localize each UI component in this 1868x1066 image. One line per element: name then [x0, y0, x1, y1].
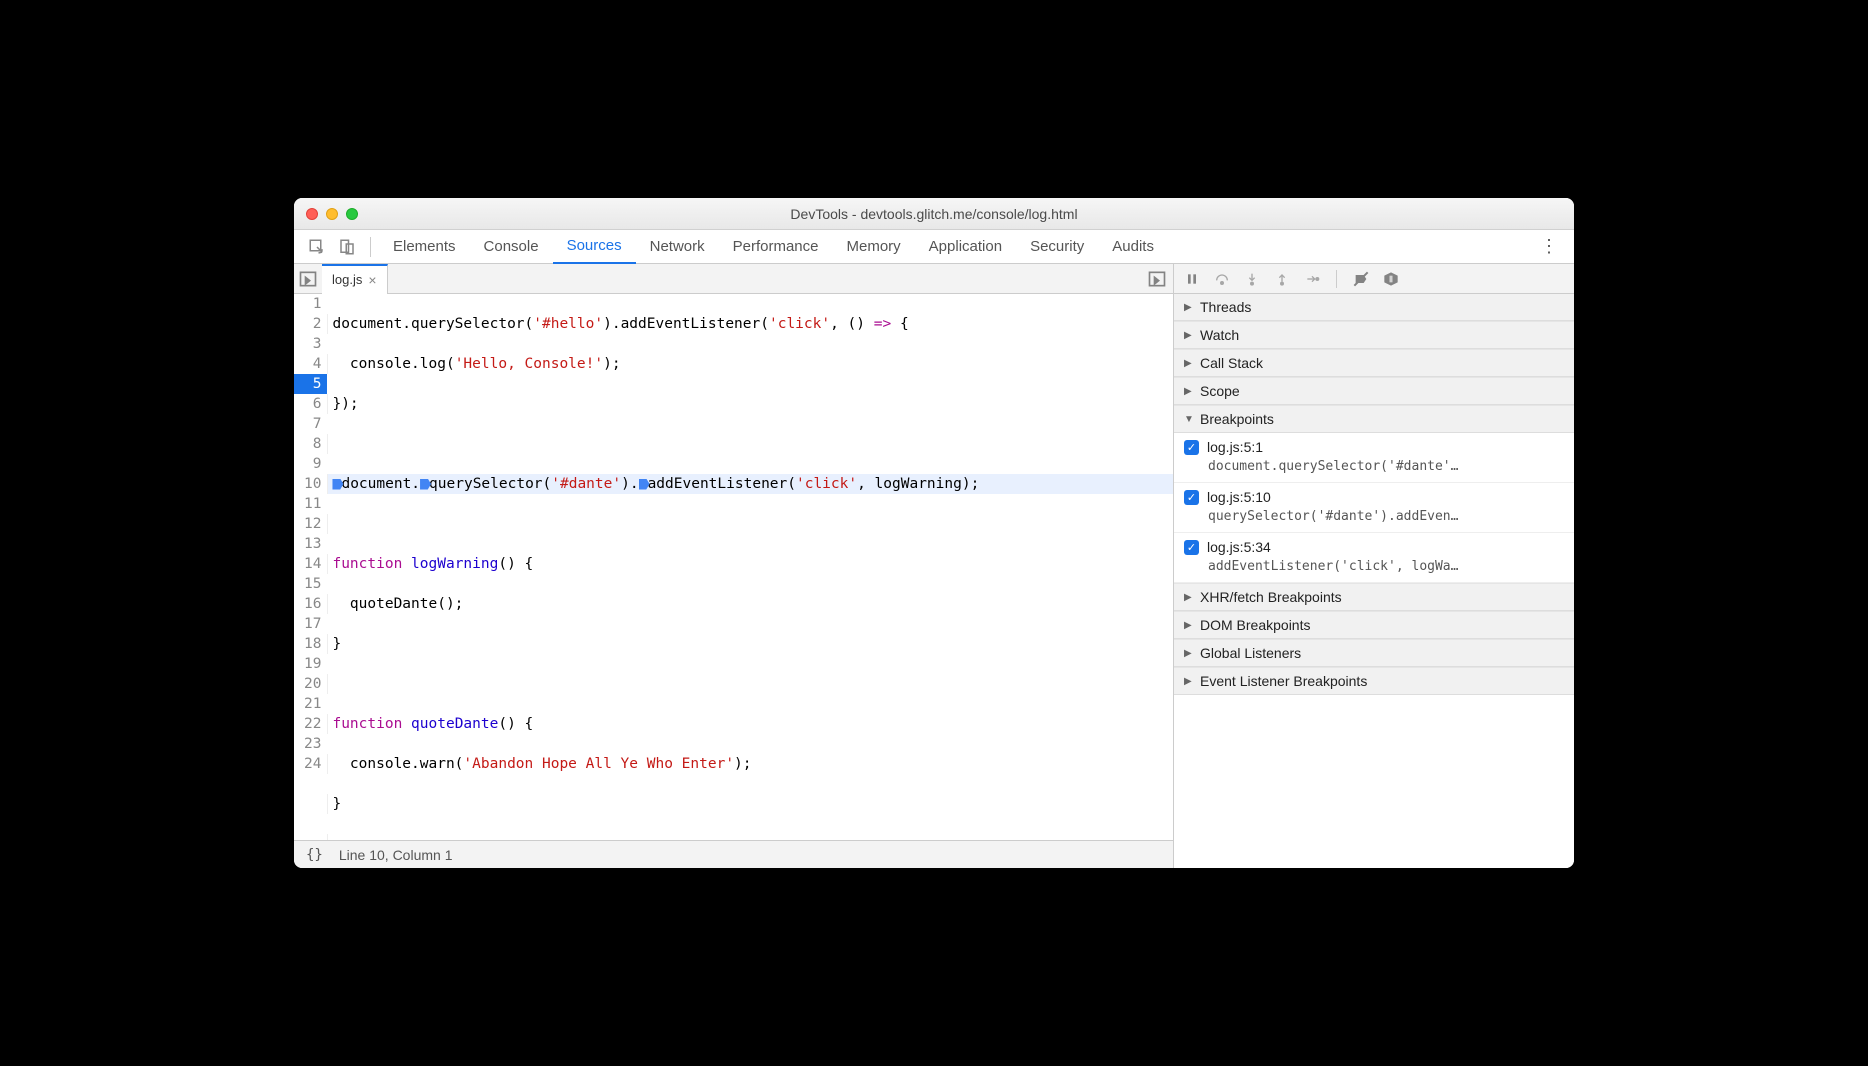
- window-title: DevTools - devtools.glitch.me/console/lo…: [294, 206, 1574, 222]
- tab-audits[interactable]: Audits: [1098, 230, 1168, 264]
- debugger-controls: [1174, 264, 1574, 293]
- close-icon[interactable]: ×: [368, 272, 376, 288]
- file-tab-logjs[interactable]: log.js ×: [322, 264, 388, 294]
- debugger-sidebar: ▶Threads ▶Watch ▶Call Stack ▶Scope ▼Brea…: [1174, 294, 1574, 868]
- step-out-button[interactable]: [1274, 271, 1290, 287]
- section-global-listeners[interactable]: ▶Global Listeners: [1174, 639, 1574, 667]
- breakpoint-checkbox[interactable]: ✓: [1184, 540, 1199, 555]
- breakpoint-item[interactable]: ✓ log.js:5:10 querySelector('#dante').add…: [1174, 483, 1574, 533]
- devtools-window: DevTools - devtools.glitch.me/console/lo…: [294, 198, 1574, 868]
- tab-security[interactable]: Security: [1016, 230, 1098, 264]
- breakpoint-marker[interactable]: [420, 479, 431, 490]
- tab-elements[interactable]: Elements: [379, 230, 470, 264]
- breakpoint-checkbox[interactable]: ✓: [1184, 440, 1199, 455]
- section-breakpoints[interactable]: ▼Breakpoints: [1174, 405, 1574, 433]
- breakpoint-item[interactable]: ✓ log.js:5:34 addEventListener('click', l…: [1174, 533, 1574, 583]
- section-scope[interactable]: ▶Scope: [1174, 377, 1574, 405]
- line-number-gutter[interactable]: 1234 5 678910 1112131415 1617181920 2122…: [294, 294, 327, 840]
- main-tabbar: Elements Console Sources Network Perform…: [294, 230, 1574, 264]
- device-toggle-icon[interactable]: [338, 238, 356, 256]
- section-watch[interactable]: ▶Watch: [1174, 321, 1574, 349]
- breakpoint-snippet: addEventListener('click', logWa…: [1184, 555, 1564, 574]
- tab-console[interactable]: Console: [470, 230, 553, 264]
- tab-network[interactable]: Network: [636, 230, 719, 264]
- breakpoint-item[interactable]: ✓ log.js:5:1 document.querySelector('#dan…: [1174, 433, 1574, 483]
- tab-application[interactable]: Application: [915, 230, 1016, 264]
- breakpoint-marker[interactable]: [639, 479, 650, 490]
- breakpoint-location: log.js:5:10: [1207, 489, 1271, 505]
- tab-sources[interactable]: Sources: [553, 230, 636, 264]
- step-into-button[interactable]: [1244, 271, 1260, 287]
- pretty-print-icon[interactable]: {}: [306, 847, 323, 863]
- file-tab-label: log.js: [332, 272, 362, 287]
- separator: [1336, 270, 1337, 288]
- breakpoint-location: log.js:5:34: [1207, 539, 1271, 555]
- separator: [370, 237, 371, 257]
- debugger-toggle-icon[interactable]: [1147, 269, 1167, 289]
- inspect-icon[interactable]: [308, 238, 326, 256]
- code-content[interactable]: document.querySelector('#hello').addEven…: [327, 294, 1173, 840]
- pause-on-exceptions-button[interactable]: [1383, 271, 1399, 287]
- breakpoint-snippet: querySelector('#dante').addEven…: [1184, 505, 1564, 524]
- step-button[interactable]: [1304, 271, 1320, 287]
- section-dom-breakpoints[interactable]: ▶DOM Breakpoints: [1174, 611, 1574, 639]
- titlebar: DevTools - devtools.glitch.me/console/lo…: [294, 198, 1574, 230]
- pause-button[interactable]: [1184, 271, 1200, 287]
- code-editor[interactable]: 1234 5 678910 1112131415 1617181920 2122…: [294, 294, 1174, 868]
- deactivate-breakpoints-button[interactable]: [1353, 271, 1369, 287]
- section-event-listener-breakpoints[interactable]: ▶Event Listener Breakpoints: [1174, 667, 1574, 695]
- tab-memory[interactable]: Memory: [833, 230, 915, 264]
- breakpoint-marker[interactable]: [332, 479, 343, 490]
- breakpoints-list: ✓ log.js:5:1 document.querySelector('#dan…: [1174, 433, 1574, 583]
- section-threads[interactable]: ▶Threads: [1174, 294, 1574, 321]
- more-menu-icon[interactable]: ⋮: [1532, 236, 1566, 257]
- step-over-button[interactable]: [1214, 271, 1230, 287]
- section-call-stack[interactable]: ▶Call Stack: [1174, 349, 1574, 377]
- tab-performance[interactable]: Performance: [719, 230, 833, 264]
- sources-subbar: log.js ×: [294, 264, 1574, 294]
- main-panes: 1234 5 678910 1112131415 1617181920 2122…: [294, 294, 1574, 868]
- breakpoint-checkbox[interactable]: ✓: [1184, 490, 1199, 505]
- navigator-toggle-icon[interactable]: [298, 269, 318, 289]
- cursor-position: Line 10, Column 1: [339, 847, 453, 863]
- breakpoint-location: log.js:5:1: [1207, 439, 1263, 455]
- editor-statusbar: {} Line 10, Column 1: [294, 840, 1173, 868]
- breakpoint-snippet: document.querySelector('#dante'…: [1184, 455, 1564, 474]
- section-xhr-breakpoints[interactable]: ▶XHR/fetch Breakpoints: [1174, 583, 1574, 611]
